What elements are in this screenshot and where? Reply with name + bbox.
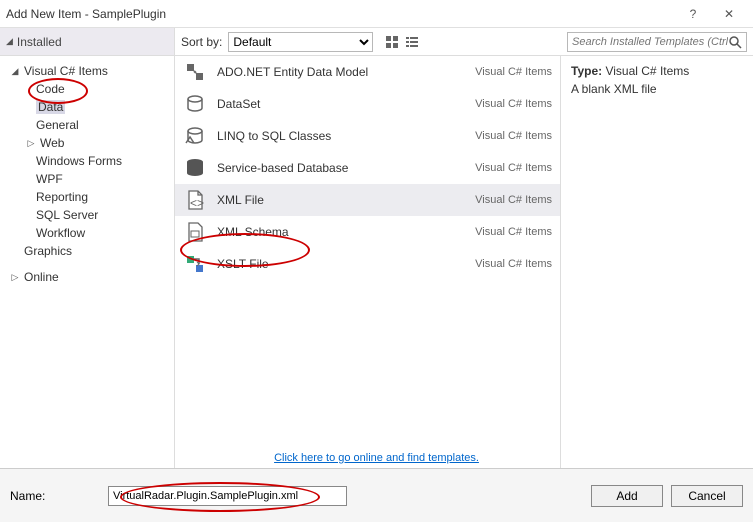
window-title: Add New Item - SamplePlugin [6,7,675,21]
name-label: Name: [10,489,100,503]
tree-item-windows-forms[interactable]: Windows Forms [10,152,174,170]
entity-model-icon [183,60,207,84]
title-bar: Add New Item - SamplePlugin ? ✕ [0,0,753,28]
chevron-right-icon: ▷ [10,272,20,283]
tree-item-web[interactable]: ▷Web [10,134,174,152]
chevron-right-icon: ▷ [26,138,36,149]
name-input[interactable] [108,486,347,506]
template-item-dataset[interactable]: DataSet Visual C# Items [175,88,560,120]
details-pane: Type: Visual C# Items A blank XML file [561,56,753,468]
search-icon [728,35,742,49]
tree-item-code[interactable]: Code [10,80,174,98]
installed-header[interactable]: ◢ Installed [0,28,175,55]
category-tree: ◢ Visual C# Items Code Data General ▷Web… [0,56,175,468]
tree-item-graphics[interactable]: Graphics [10,242,174,260]
template-item-service-db[interactable]: Service-based Database Visual C# Items [175,152,560,184]
tree-item-workflow[interactable]: Workflow [10,224,174,242]
xml-file-icon: <> [183,188,207,212]
svg-text:<>: <> [190,196,204,210]
expand-icon: ◢ [6,36,13,47]
sort-area: Sort by: Default [175,28,561,55]
tree-online[interactable]: ▷Online [10,268,174,286]
type-value: Visual C# Items [605,64,689,78]
installed-label: Installed [17,35,62,49]
tree-item-general[interactable]: General [10,116,174,134]
view-small-icons-button[interactable] [403,33,421,51]
top-row: ◢ Installed Sort by: Default [0,28,753,56]
xml-schema-icon [183,220,207,244]
dataset-icon [183,92,207,116]
database-icon [183,156,207,180]
main-area: ◢ Visual C# Items Code Data General ▷Web… [0,56,753,468]
template-list: ADO.NET Entity Data Model Visual C# Item… [175,56,561,468]
search-area [561,28,753,55]
online-templates-link-area: Click here to go online and find templat… [0,450,753,464]
sortby-label: Sort by: [181,35,222,49]
search-box[interactable] [567,32,747,52]
template-item-ado-net[interactable]: ADO.NET Entity Data Model Visual C# Item… [175,56,560,88]
list-icon [405,35,419,49]
help-button[interactable]: ? [675,0,711,28]
template-item-xml-schema[interactable]: XML Schema Visual C# Items [175,216,560,248]
sort-select[interactable]: Default [228,32,373,52]
tree-visual-csharp-items[interactable]: ◢ Visual C# Items [10,62,174,80]
tree-item-reporting[interactable]: Reporting [10,188,174,206]
type-label: Type: [571,64,602,78]
xslt-icon [183,252,207,276]
tree-item-data[interactable]: Data [10,98,174,116]
search-input[interactable] [572,36,728,48]
template-item-xslt[interactable]: XSLT File Visual C# Items [175,248,560,280]
tree-item-sql-server[interactable]: SQL Server [10,206,174,224]
grid-icon [385,35,399,49]
tree-item-wpf[interactable]: WPF [10,170,174,188]
cancel-button[interactable]: Cancel [671,485,743,507]
close-button[interactable]: ✕ [711,0,747,28]
add-button[interactable]: Add [591,485,663,507]
online-templates-link[interactable]: Click here to go online and find templat… [274,452,479,464]
chevron-down-icon: ◢ [10,66,20,77]
description-text: A blank XML file [571,82,743,96]
linq-icon [183,124,207,148]
view-medium-icons-button[interactable] [383,33,401,51]
template-item-linq[interactable]: LINQ to SQL Classes Visual C# Items [175,120,560,152]
footer: Name: Add Cancel [0,468,753,522]
template-item-xml-file[interactable]: <> XML File Visual C# Items [175,184,560,216]
